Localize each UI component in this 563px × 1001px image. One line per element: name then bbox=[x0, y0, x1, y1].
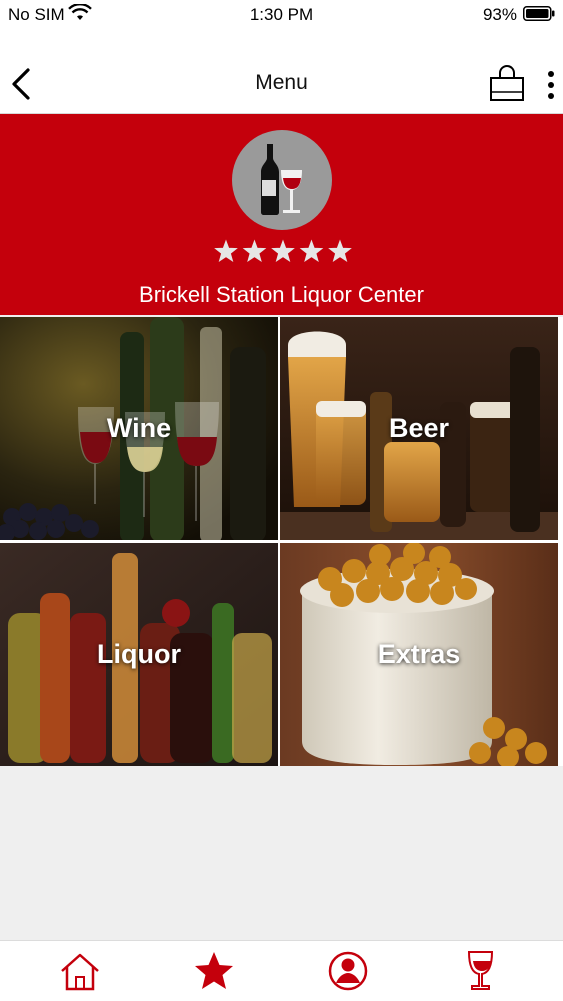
wine-glass-icon[interactable] bbox=[460, 949, 504, 993]
store-header: Brickell Station Liquor Center bbox=[0, 114, 563, 315]
status-bar: No SIM 1:30 PM 93% bbox=[0, 0, 563, 30]
battery-icon bbox=[523, 6, 555, 21]
wine-bottle-glass-icon bbox=[261, 144, 302, 215]
battery-percent: 93% bbox=[482, 5, 517, 24]
rating-star-icon bbox=[214, 239, 238, 263]
rating-star-icon bbox=[271, 239, 295, 263]
more-options-icon[interactable] bbox=[545, 70, 557, 100]
clock: 1:30 PM bbox=[249, 5, 314, 24]
rating-star-icon bbox=[242, 239, 267, 263]
tab-bar bbox=[0, 940, 563, 1001]
category-tile-extras[interactable]: Extras bbox=[280, 543, 558, 766]
navigation-bar: Menu bbox=[0, 30, 563, 114]
category-tile-beer[interactable]: Beer bbox=[280, 317, 558, 540]
store-logo bbox=[232, 130, 332, 230]
category-tile-wine[interactable]: Wine bbox=[0, 317, 278, 540]
rating-star-icon bbox=[299, 239, 324, 263]
home-icon[interactable] bbox=[58, 949, 102, 993]
category-tile-liquor[interactable]: Liquor bbox=[0, 543, 278, 766]
category-label-beer: Beer bbox=[388, 413, 450, 443]
star-icon[interactable] bbox=[192, 949, 236, 993]
category-label-liquor: Liquor bbox=[97, 639, 181, 669]
profile-icon[interactable] bbox=[326, 949, 370, 993]
rating-star-icon bbox=[328, 239, 352, 263]
category-grid: Wine Beer Liquor Extras bbox=[0, 317, 563, 766]
page-title: Menu bbox=[255, 71, 308, 94]
shopping-bag-icon[interactable] bbox=[488, 64, 526, 102]
store-rating bbox=[214, 239, 352, 263]
category-label-wine: Wine bbox=[106, 413, 172, 443]
store-name: Brickell Station Liquor Center bbox=[139, 282, 424, 307]
category-label-extras: Extras bbox=[377, 639, 461, 669]
